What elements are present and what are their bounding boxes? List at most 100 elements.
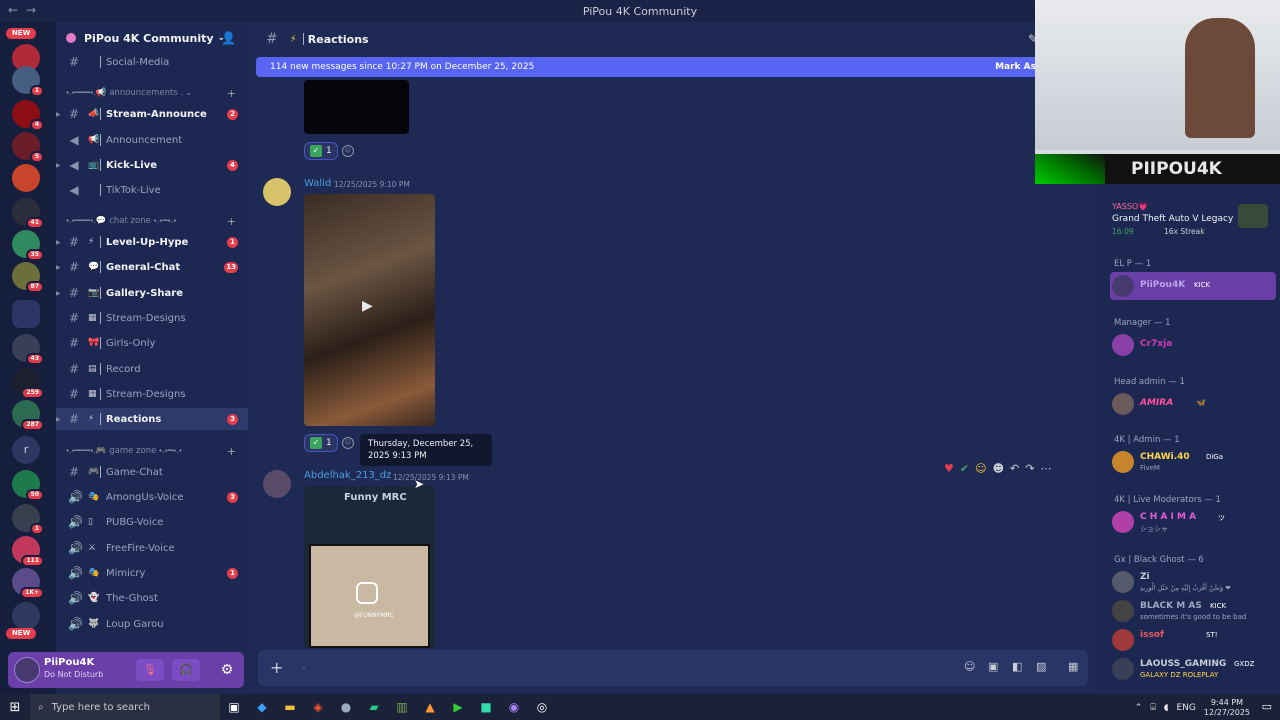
channel-item[interactable]: 🔊 🎭 AmongUs-Voice 3 bbox=[56, 486, 248, 508]
member-item[interactable]: C H A I M A ツ ショシャ bbox=[1110, 508, 1276, 536]
server-letter-icon[interactable]: r bbox=[12, 436, 40, 464]
server-icon[interactable]: 35 bbox=[12, 230, 44, 261]
channel-item[interactable]: # 🎮 Game-Chat bbox=[56, 461, 248, 483]
add-reaction-icon[interactable]: ☺ bbox=[341, 145, 354, 157]
avatar[interactable] bbox=[14, 657, 40, 683]
forward-arrow-icon[interactable]: → bbox=[26, 3, 36, 17]
channel-item[interactable]: 🔊 ⚔ FreeFire-Voice bbox=[56, 537, 248, 559]
member-item[interactable]: BLACK M AS KICK sometimes it's good to b… bbox=[1110, 597, 1276, 625]
discord-icon[interactable]: ◉ bbox=[500, 694, 528, 720]
language-indicator[interactable]: ENG bbox=[1176, 703, 1195, 713]
gear-icon[interactable]: ⚙ bbox=[216, 659, 238, 681]
channel-item[interactable]: # ▦ Stream-Designs bbox=[56, 383, 248, 405]
notification-icon[interactable]: ▭ bbox=[1262, 700, 1272, 713]
media-attachment[interactable] bbox=[304, 80, 409, 134]
member-item[interactable]: issof ST! bbox=[1110, 626, 1276, 654]
add-reaction-icon[interactable]: ☻ bbox=[993, 462, 1004, 475]
windows-start-icon[interactable]: ⊞ bbox=[0, 700, 30, 715]
checkmark-reaction-icon[interactable]: ✔ bbox=[960, 462, 969, 475]
add-channel-icon[interactable]: + bbox=[227, 445, 236, 458]
channel-item[interactable]: ▶ # 📷 Gallery-Share bbox=[56, 282, 248, 304]
server-icon[interactable]: 5 bbox=[12, 132, 44, 163]
steam-icon[interactable]: ● bbox=[332, 694, 360, 720]
deafen-icon[interactable]: 🎧 bbox=[172, 659, 200, 681]
apps-icon[interactable]: ▦ bbox=[1068, 660, 1078, 673]
invite-people-icon[interactable]: 👤 bbox=[221, 31, 236, 45]
gif-icon[interactable]: ▣ bbox=[988, 660, 998, 673]
server-icon[interactable]: 111 bbox=[12, 536, 44, 567]
emoji-icon[interactable]: ☺ bbox=[964, 660, 975, 673]
channel-item[interactable]: # Social-Media bbox=[56, 51, 248, 73]
channel-item[interactable]: ◀ 📢 Announcement bbox=[56, 129, 248, 151]
app-icon[interactable]: ▰ bbox=[360, 694, 388, 720]
reaction-checkmark[interactable]: ✓ 1 bbox=[304, 142, 338, 160]
clock[interactable]: 9:44 PM 12/27/2025 bbox=[1204, 698, 1250, 718]
reply-icon[interactable]: ↶ bbox=[1010, 462, 1019, 475]
back-arrow-icon[interactable]: ← bbox=[8, 3, 18, 17]
laugh-reaction-icon[interactable]: ☺ bbox=[975, 462, 986, 475]
app-icon[interactable]: ▶ bbox=[444, 694, 472, 720]
add-attachment-icon[interactable]: + bbox=[270, 658, 283, 677]
server-icon[interactable]: 1 bbox=[12, 504, 44, 535]
mute-mic-icon[interactable]: 🎙 bbox=[136, 659, 164, 681]
member-item[interactable]: LAOUSS_GAMING GXDZ GALAXY DZ ROLEPLAY bbox=[1110, 655, 1276, 683]
instagram-attachment[interactable]: Funny MRC @FUNNYMRC bbox=[304, 486, 435, 648]
server-icon[interactable]: 1K+ bbox=[12, 568, 44, 599]
member-item[interactable]: Cr7xja bbox=[1110, 331, 1276, 359]
server-icon[interactable]: 41 bbox=[12, 198, 44, 229]
add-reaction-icon[interactable]: ☺ bbox=[341, 437, 354, 449]
activity-card[interactable]: YASSO💗 Grand Theft Auto V Legacy 16:09 1… bbox=[1106, 198, 1276, 242]
avatar[interactable] bbox=[263, 178, 291, 206]
file-explorer-icon[interactable]: ▬ bbox=[276, 694, 304, 720]
more-options-icon[interactable]: ⋯ bbox=[1040, 462, 1051, 475]
member-item[interactable]: AMIRA 🦋 bbox=[1110, 390, 1276, 418]
message-author[interactable]: Walid bbox=[304, 178, 331, 189]
app-icon[interactable]: ■ bbox=[472, 694, 500, 720]
server-icon[interactable]: 87 bbox=[12, 262, 44, 293]
chevron-up-icon[interactable]: ⌃ bbox=[1135, 703, 1143, 713]
app-icon[interactable]: ▲ bbox=[416, 694, 444, 720]
play-icon[interactable]: ▶ bbox=[362, 298, 373, 314]
channel-item[interactable]: 🔊 🐺 Loup Garou bbox=[56, 613, 248, 635]
category-game-zone[interactable]: ⬩.⬩━━━⬩.🎮 game zone ⬩.⬩━⬩.⬩ + bbox=[66, 444, 242, 458]
app-icon[interactable]: ▥ bbox=[388, 694, 416, 720]
message-author[interactable]: Abdelhak_213_dz bbox=[304, 470, 391, 481]
app-icon[interactable]: ◆ bbox=[248, 694, 276, 720]
channel-item[interactable]: ▶ # ⚡ Level-Up-Hype 1 bbox=[56, 231, 248, 253]
heart-reaction-icon[interactable]: ♥ bbox=[944, 462, 954, 475]
avatar[interactable] bbox=[263, 470, 291, 498]
channel-item[interactable]: ▶ # 💬 General-Chat 13 bbox=[56, 256, 248, 278]
obs-icon[interactable]: ◎ bbox=[528, 694, 556, 720]
channel-item[interactable]: 🔊 🎭 Mimicry 1 bbox=[56, 562, 248, 584]
server-icon[interactable]: 1 bbox=[12, 66, 44, 97]
channel-item[interactable]: ▶ # 📣 Stream-Announce 2 bbox=[56, 103, 248, 125]
channel-item[interactable]: 🔊 👻 The-Ghost bbox=[56, 587, 248, 609]
channel-item[interactable]: 🔊 ▯ PUBG-Voice bbox=[56, 511, 248, 533]
add-channel-icon[interactable]: + bbox=[227, 215, 236, 228]
new-messages-banner[interactable]: 114 new messages since 10:27 PM on Decem… bbox=[256, 57, 1096, 77]
message-input[interactable] bbox=[302, 660, 902, 676]
network-icon[interactable]: ⌸ bbox=[1150, 703, 1155, 713]
category-chat-zone[interactable]: ⬩.⬩━━━⬩.💬 chat zone ⬩.⬩━⬩.⬩ + bbox=[66, 214, 242, 228]
member-item[interactable]: Zi وَنَحْنُ أَقْرَبُ إِلَيْهِ مِنْ حَبْل… bbox=[1110, 568, 1276, 596]
channel-item[interactable]: # 🎀 Girls-Only bbox=[56, 332, 248, 354]
image-icon[interactable]: ▨ bbox=[1036, 660, 1046, 673]
add-channel-icon[interactable]: + bbox=[227, 87, 236, 100]
server-icon[interactable] bbox=[12, 164, 40, 192]
video-attachment[interactable]: ▶ bbox=[304, 194, 435, 426]
server-icon[interactable]: 4 bbox=[12, 100, 44, 131]
member-item[interactable]: PiiPou4K KICK bbox=[1110, 272, 1276, 300]
server-icon[interactable]: 50 bbox=[12, 470, 44, 501]
member-item[interactable]: CHAWi.40 DiGa FiveM bbox=[1110, 448, 1276, 476]
folder-icon[interactable] bbox=[12, 300, 40, 328]
server-icon[interactable]: 287 bbox=[12, 400, 44, 431]
server-icon[interactable] bbox=[12, 602, 40, 630]
channel-item-selected[interactable]: ▶ # ⚡ Reactions 3 bbox=[56, 408, 248, 430]
task-view-icon[interactable]: ▣ bbox=[220, 694, 248, 720]
server-icon[interactable]: 259 bbox=[12, 368, 44, 399]
guild-header[interactable]: PiPou 4K Community ⌄ 👤 bbox=[56, 22, 248, 54]
forward-icon[interactable]: ↷ bbox=[1025, 462, 1034, 475]
channel-item[interactable]: ◀ TikTok-Live bbox=[56, 179, 248, 201]
server-icon[interactable]: 43 bbox=[12, 334, 44, 365]
sticker-icon[interactable]: ◧ bbox=[1012, 660, 1022, 673]
